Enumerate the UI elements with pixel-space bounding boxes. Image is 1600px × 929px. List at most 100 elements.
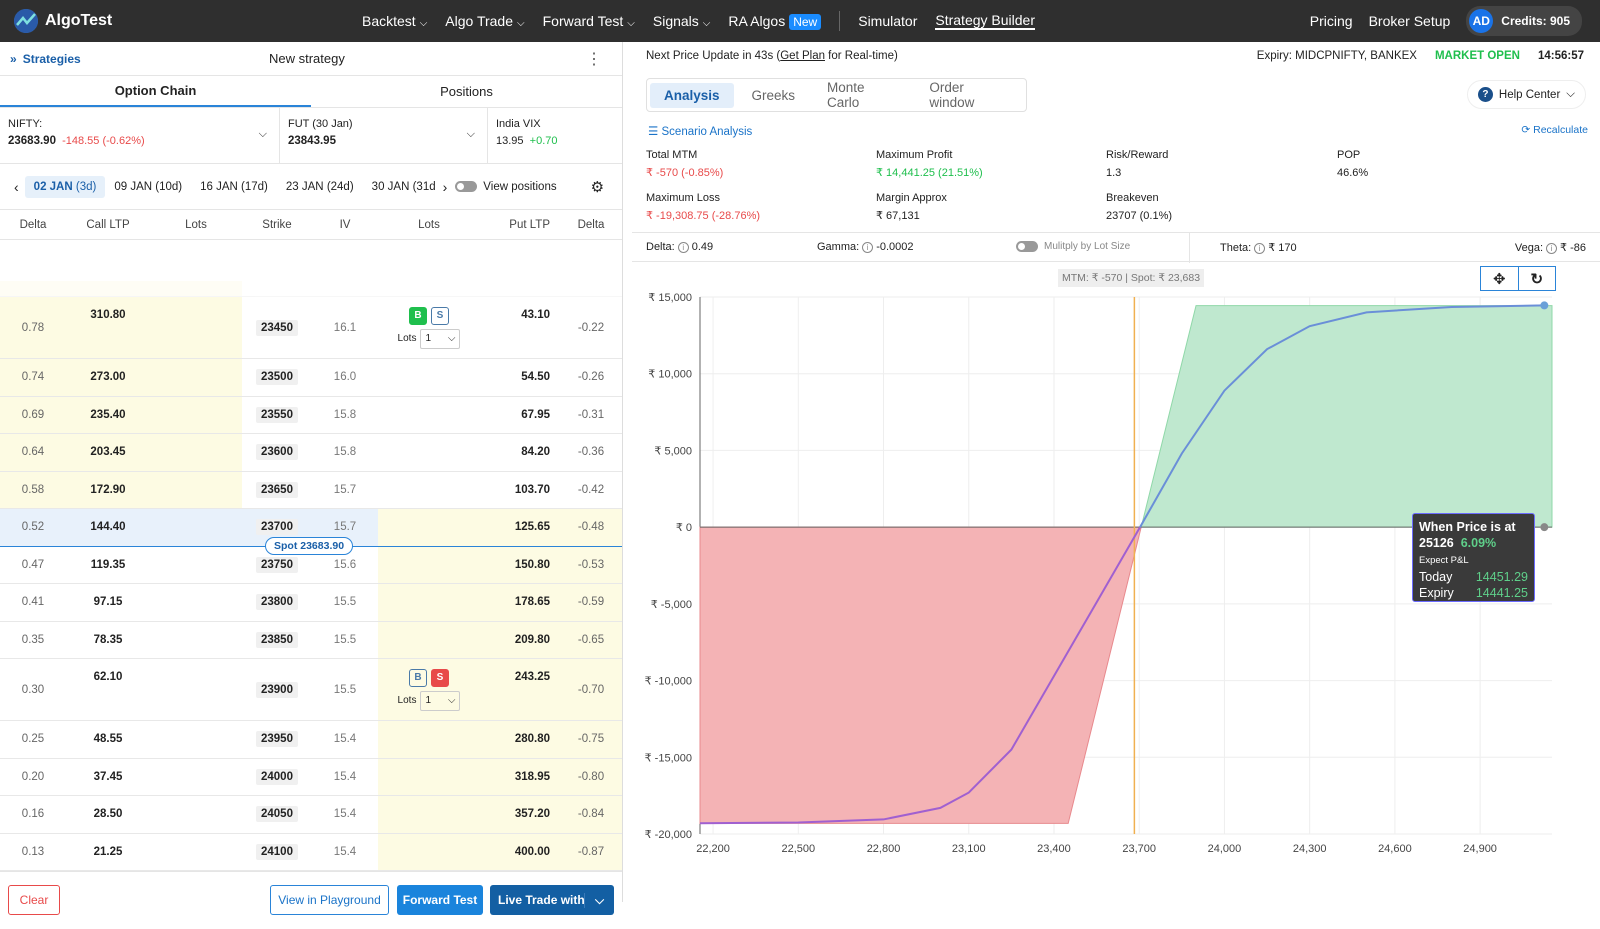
chevron-right-icon[interactable]: › xyxy=(443,179,448,195)
table-row[interactable]: 0.69 235.40 23550 15.8 67.95 -0.31 xyxy=(0,396,622,434)
put-lots[interactable] xyxy=(378,796,480,833)
put-lots[interactable] xyxy=(378,546,480,583)
nav-strategy-builder[interactable]: Strategy Builder xyxy=(935,12,1035,30)
expiry-tab[interactable]: 09 JAN (10d) xyxy=(105,176,191,198)
expiry-tab[interactable]: 16 JAN (17d) xyxy=(191,176,277,198)
call-lots[interactable] xyxy=(150,796,242,833)
call-ltp[interactable]: 144.40 xyxy=(66,509,150,546)
put-lots[interactable] xyxy=(378,584,480,621)
call-ltp[interactable]: 48.55 xyxy=(66,721,150,758)
gear-icon[interactable]: ⚙ xyxy=(591,178,604,196)
help-center-button[interactable]: ? Help Center ⌵ xyxy=(1466,80,1586,109)
tab-analysis[interactable]: Analysis xyxy=(650,82,734,108)
call-ltp[interactable]: 172.90 xyxy=(66,471,150,508)
tab-positions[interactable]: Positions xyxy=(311,76,622,107)
nav-backtest[interactable]: Backtest ⌵ xyxy=(362,13,427,29)
table-row[interactable]: 0.20 37.45 24000 15.4 318.95 -0.80 xyxy=(0,758,622,796)
call-ltp[interactable]: 97.15 xyxy=(66,584,150,621)
clear-button[interactable]: Clear xyxy=(8,885,60,915)
call-lots[interactable] xyxy=(150,547,242,584)
view-in-playground-button[interactable]: View in Playground xyxy=(270,885,389,915)
put-ltp[interactable]: 400.00 xyxy=(480,833,560,870)
put-ltp[interactable]: 243.25 xyxy=(480,659,560,720)
reset-zoom-icon[interactable]: ↻ xyxy=(1519,267,1556,290)
logo[interactable]: AlgoTest xyxy=(14,9,112,33)
call-lots[interactable] xyxy=(150,622,242,659)
put-ltp[interactable]: 54.50 xyxy=(480,359,560,396)
nav-signals[interactable]: Signals ⌵ xyxy=(653,13,711,29)
put-ltp[interactable]: 67.95 xyxy=(480,397,560,434)
table-row[interactable]: 0.25 48.55 23950 15.4 280.80 -0.75 xyxy=(0,721,622,759)
call-ltp[interactable]: 62.10 xyxy=(66,659,150,720)
nav-forward-test[interactable]: Forward Test ⌵ xyxy=(543,13,635,29)
tab-greeks[interactable]: Greeks xyxy=(738,83,810,108)
table-row[interactable]: 0.74 273.00 23500 16.0 54.50 -0.26 xyxy=(0,359,622,397)
live-trade-button[interactable]: Live Trade with ⌵ xyxy=(490,885,614,915)
more-vertical-icon[interactable]: ⋮ xyxy=(586,49,602,69)
put-lots[interactable] xyxy=(378,758,480,795)
lots-select[interactable]: 1 ⌵ xyxy=(420,690,461,711)
put-lots[interactable] xyxy=(378,833,480,870)
put-ltp[interactable]: 209.80 xyxy=(480,621,560,658)
sell-button[interactable]: S xyxy=(431,306,449,325)
put-ltp[interactable]: 125.65 xyxy=(480,509,560,546)
nifty-selector[interactable]: NIFTY: 23683.90 -148.55 (-0.62%) ⌵ xyxy=(0,108,280,163)
recalculate-button[interactable]: ⟳ Recalculate xyxy=(1521,124,1588,136)
call-ltp[interactable]: 203.45 xyxy=(66,434,150,471)
call-lots[interactable] xyxy=(150,509,242,546)
call-lots[interactable] xyxy=(150,396,242,433)
call-lots[interactable] xyxy=(150,434,242,471)
sell-button[interactable]: S xyxy=(431,668,449,687)
call-lots[interactable] xyxy=(150,359,242,396)
call-lots[interactable] xyxy=(150,834,242,871)
call-lots[interactable] xyxy=(150,759,242,796)
put-lots[interactable]: B S Lots 1 ⌵ xyxy=(378,659,480,720)
put-ltp[interactable]: 103.70 xyxy=(480,472,560,509)
put-lots[interactable] xyxy=(378,721,480,758)
expiry-tab[interactable]: 30 JAN (31d xyxy=(363,176,445,198)
table-row[interactable]: 0.47 119.35 23750 15.6 150.80 -0.53 xyxy=(0,546,622,584)
put-lots[interactable]: B S Lots 1 ⌵ xyxy=(378,297,480,358)
call-ltp[interactable]: 37.45 xyxy=(66,759,150,796)
put-lots[interactable] xyxy=(378,397,480,434)
put-ltp[interactable]: 150.80 xyxy=(480,546,560,583)
put-lots[interactable] xyxy=(378,359,480,396)
put-lots[interactable] xyxy=(378,472,480,509)
scenario-analysis-link[interactable]: ☰ Scenario Analysis xyxy=(648,124,752,138)
put-lots[interactable] xyxy=(378,509,480,546)
tab-monte-carlo[interactable]: Monte Carlo xyxy=(813,75,911,115)
nav-ra-algos[interactable]: RA Algos New xyxy=(728,13,822,30)
table-row[interactable]: 0.58 172.90 23650 15.7 103.70 -0.42 xyxy=(0,471,622,509)
strategies-link[interactable]: » Strategies xyxy=(10,52,81,66)
call-ltp[interactable]: 310.80 xyxy=(66,297,150,358)
expiry-tab[interactable]: 02 JAN (3d) xyxy=(24,175,106,198)
call-ltp[interactable]: 78.35 xyxy=(66,622,150,659)
call-lots[interactable] xyxy=(150,721,242,758)
call-ltp[interactable]: 21.25 xyxy=(66,834,150,871)
credits-pill[interactable]: AD Credits: 905 xyxy=(1466,6,1582,36)
call-lots[interactable] xyxy=(150,584,242,621)
call-lots[interactable] xyxy=(150,471,242,508)
put-lots[interactable] xyxy=(378,621,480,658)
forward-test-button[interactable]: Forward Test xyxy=(397,885,483,915)
table-row[interactable]: 0.41 97.15 23800 15.5 178.65 -0.59 xyxy=(0,584,622,622)
get-plan-link[interactable]: Get Plan xyxy=(780,50,825,62)
strategy-title[interactable]: New strategy xyxy=(269,51,345,66)
tab-option-chain[interactable]: Option Chain xyxy=(0,76,311,107)
view-positions-toggle[interactable] xyxy=(455,181,478,192)
put-ltp[interactable]: 43.10 xyxy=(480,297,560,358)
nav-simulator[interactable]: Simulator xyxy=(858,13,917,29)
tab-order-window[interactable]: Order window xyxy=(915,75,1023,115)
lots-select[interactable]: 1 ⌵ xyxy=(420,328,461,349)
table-row[interactable]: 0.78 310.80 23450 16.1 B S Lots 1 ⌵ 43.10 -0… xyxy=(0,297,622,359)
table-row[interactable]: 0.13 21.25 24100 15.4 400.00 -0.87 xyxy=(0,833,622,871)
call-lots[interactable] xyxy=(150,659,242,720)
put-ltp[interactable]: 280.80 xyxy=(480,721,560,758)
table-row[interactable]: 0.64 203.45 23600 15.8 84.20 -0.36 xyxy=(0,434,622,472)
table-row[interactable]: 0.35 78.35 23850 15.5 209.80 -0.65 xyxy=(0,621,622,659)
table-row[interactable]: 0.16 28.50 24050 15.4 357.20 -0.84 xyxy=(0,796,622,834)
table-row[interactable]: 0.30 62.10 23900 15.5 B S Lots 1 ⌵ 243.25 -0… xyxy=(0,659,622,721)
call-ltp[interactable]: 119.35 xyxy=(66,547,150,584)
chevron-left-icon[interactable]: ‹ xyxy=(14,179,19,195)
call-ltp[interactable]: 28.50 xyxy=(66,796,150,833)
